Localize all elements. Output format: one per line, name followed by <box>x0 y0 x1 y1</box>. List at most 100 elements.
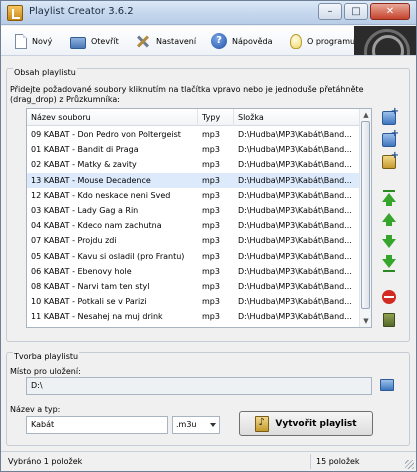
cell-file-name: 09 KABAT - Don Pedro von Poltergeist <box>31 130 181 139</box>
cell-folder: D:\Hudba\MP3\Kabát\Band... <box>238 190 352 200</box>
move-down-icon <box>382 239 396 248</box>
playlist-file-icon <box>255 415 270 432</box>
title-bar[interactable]: Playlist Creator 3.6.2 – □ ✕ <box>1 1 416 25</box>
table-row[interactable]: 02 KABAT - Matky & zavity mp3 D:\Hudba\MP3… <box>27 157 360 172</box>
group-title-create: Tvorba playlistu <box>13 352 80 361</box>
menu-new-button[interactable]: Nový <box>13 32 52 50</box>
add-files-icon <box>382 106 399 125</box>
menu-settings-button[interactable]: Nastavení <box>135 32 196 50</box>
table-row[interactable]: 08 KABAT - Narvi tam ten styl mp3 D:\Hudba… <box>27 279 360 294</box>
cell-file-type: mp3 <box>202 175 220 185</box>
lightbulb-icon <box>290 33 302 49</box>
table-row[interactable]: 05 KABAT - Kavu si osladil (pro Frantu) m… <box>27 249 360 264</box>
menu-help-button[interactable]: ? Nápověda <box>211 32 273 50</box>
table-row[interactable]: 13 KABAT - Mouse Decadence mp3 D:\Hudba\MP… <box>27 172 360 188</box>
playlist-name-input[interactable]: Kabát <box>26 416 168 434</box>
cell-file-name: 10 KABAT - Potkali se v Parizi <box>31 297 147 307</box>
vertical-scrollbar[interactable]: ▲ ▼ <box>359 109 371 327</box>
cell-file-type: mp3 <box>202 190 220 200</box>
add-folder-button[interactable] <box>379 128 399 149</box>
resize-grip-icon[interactable] <box>405 460 414 469</box>
move-bottom-icon <box>382 259 396 268</box>
group-title-content: Obsah playlistu <box>13 68 77 77</box>
clear-list-icon <box>383 313 395 327</box>
cell-file-type: mp3 <box>198 324 234 327</box>
move-bottom-button[interactable] <box>379 255 399 273</box>
cell-file-type: mp3 <box>202 221 220 231</box>
clear-list-button[interactable] <box>379 310 399 328</box>
table-row[interactable]: 12 KABAT - Kdo neskace neni Sved mp3 D:\Hu… <box>27 188 360 203</box>
move-top-button[interactable] <box>379 188 399 206</box>
cell-file-name: 04 KABAT - Kdeco nam zachutna <box>31 221 162 231</box>
help-icon: ? <box>211 33 227 49</box>
chevron-down-icon <box>210 423 216 427</box>
cell-folder: D:\Hudba\MP3\Kabát\Band... <box>238 312 352 322</box>
cell-file-type: mp3 <box>202 205 220 215</box>
column-header-name[interactable]: Název souboru <box>27 109 198 126</box>
scroll-up-arrow-icon[interactable]: ▲ <box>361 110 371 120</box>
cell-folder: D:\Hudba\MP3\Kabát\Band... <box>238 130 352 139</box>
cell-file-name: 05 KABAT - Kavu si osladil (pro Frantu) <box>31 251 185 261</box>
add-folder-icon <box>382 128 399 147</box>
cell-folder: D:\Hudba\MP3\Kabát\Band... <box>238 175 352 185</box>
status-bar: Vybráno 1 položek 15 položek <box>1 451 416 471</box>
create-playlist-label: Vytvořit playlist <box>275 418 357 429</box>
cell-file-name: 02 KABAT - Matky & zavity <box>31 160 137 170</box>
move-up-button[interactable] <box>379 210 399 228</box>
column-header-folder[interactable]: Složka <box>234 109 360 126</box>
table-row[interactable]: 14 KABAT - Peri, prach a brokymp3D:\Hudb… <box>27 324 360 327</box>
cell-file-name: 03 KABAT - Lady Gag a Rin <box>31 205 139 215</box>
scroll-down-arrow-icon[interactable]: ▼ <box>361 316 371 326</box>
cell-file-type: mp3 <box>202 281 220 291</box>
cell-file-name: 01 KABAT - Bandit di Praga <box>31 145 139 155</box>
minimize-button[interactable]: – <box>318 3 342 20</box>
cell-file-name: 11 KABAT - Nesahej na muj drink <box>31 312 163 322</box>
file-list[interactable]: Název souboru Typy Složka 09 KABAT - Don… <box>26 108 372 328</box>
cell-folder: D:\Hudba\MP3\Kabát\Band... <box>238 205 352 215</box>
menu-help-label: Nápověda <box>232 36 273 46</box>
table-row[interactable]: 11 KABAT - Nesahej na muj drink mp3 D:\Hud… <box>27 309 360 324</box>
cell-file-name: 12 KABAT - Kdo neskace neni Sved <box>31 190 171 200</box>
move-down-button[interactable] <box>379 233 399 251</box>
scrollbar-thumb[interactable] <box>361 121 370 309</box>
table-row[interactable]: 10 KABAT - Potkali se v Parizi mp3 D:\Hudb… <box>27 294 360 309</box>
table-row[interactable]: 01 KABAT - Bandit di Praga mp3 D:\Hudba\MP… <box>27 142 360 157</box>
remove-button[interactable] <box>379 288 399 306</box>
maximize-button[interactable]: □ <box>344 3 368 20</box>
browse-folder-icon[interactable] <box>380 379 394 391</box>
add-playlist-icon <box>382 150 399 169</box>
table-row[interactable]: 06 KABAT - Ebenovy hole mp3 D:\Hudba\MP3\K… <box>27 264 360 279</box>
cell-file-type: mp3 <box>202 145 220 155</box>
cell-folder: D:\Hudba\MP3\Kabát\Band... <box>238 160 352 170</box>
column-header-type[interactable]: Typy <box>198 109 234 126</box>
menu-open-label: Otevřít <box>91 36 119 46</box>
table-row[interactable]: 09 KABAT - Don Pedro von Poltergeist mp3 D… <box>27 127 360 142</box>
playlist-type-select[interactable]: .m3u <box>172 416 220 434</box>
cell-folder: D:\Hudba\MP3\Kabát\Band... <box>238 236 352 246</box>
table-row[interactable]: 03 KABAT - Lady Gag a Rin mp3 D:\Hudba\MP3… <box>27 203 360 218</box>
menu-open-button[interactable]: Otevřít <box>70 32 119 50</box>
instructions-text: Přidejte požadované soubory kliknutím na… <box>10 85 364 104</box>
cell-folder: D:\Hudba\MP3\Kabát\Band... <box>234 324 360 327</box>
menu-about-button[interactable]: O programu <box>288 32 355 50</box>
cell-file-type: mp3 <box>202 236 220 246</box>
app-icon <box>7 5 23 21</box>
cell-file-type: mp3 <box>202 297 220 307</box>
table-row[interactable]: 07 KABAT - Projdu zdi mp3 D:\Hudba\MP3\Kab… <box>27 233 360 248</box>
playlist-type-value: .m3u <box>176 420 197 429</box>
cell-file-type: mp3 <box>202 251 220 261</box>
add-files-button[interactable] <box>379 106 399 127</box>
close-button[interactable]: ✕ <box>370 3 410 20</box>
logo-swirl-icon <box>354 26 416 55</box>
cell-file-type: mp3 <box>202 130 220 139</box>
cell-file-name: 14 KABAT - Peri, prach a broky <box>27 324 198 327</box>
menu-about-label: O programu <box>307 36 356 46</box>
create-playlist-button[interactable]: Vytvořit playlist <box>239 411 373 436</box>
cell-folder: D:\Hudba\MP3\Kabát\Band... <box>238 281 352 291</box>
add-playlist-button[interactable] <box>379 150 399 171</box>
location-field[interactable]: D:\ <box>26 377 372 395</box>
open-folder-icon <box>70 36 86 49</box>
cell-folder: D:\Hudba\MP3\Kabát\Band... <box>238 145 352 155</box>
cell-folder: D:\Hudba\MP3\Kabát\Band... <box>238 251 352 261</box>
table-row[interactable]: 04 KABAT - Kdeco nam zachutna mp3 D:\Hudba… <box>27 218 360 233</box>
